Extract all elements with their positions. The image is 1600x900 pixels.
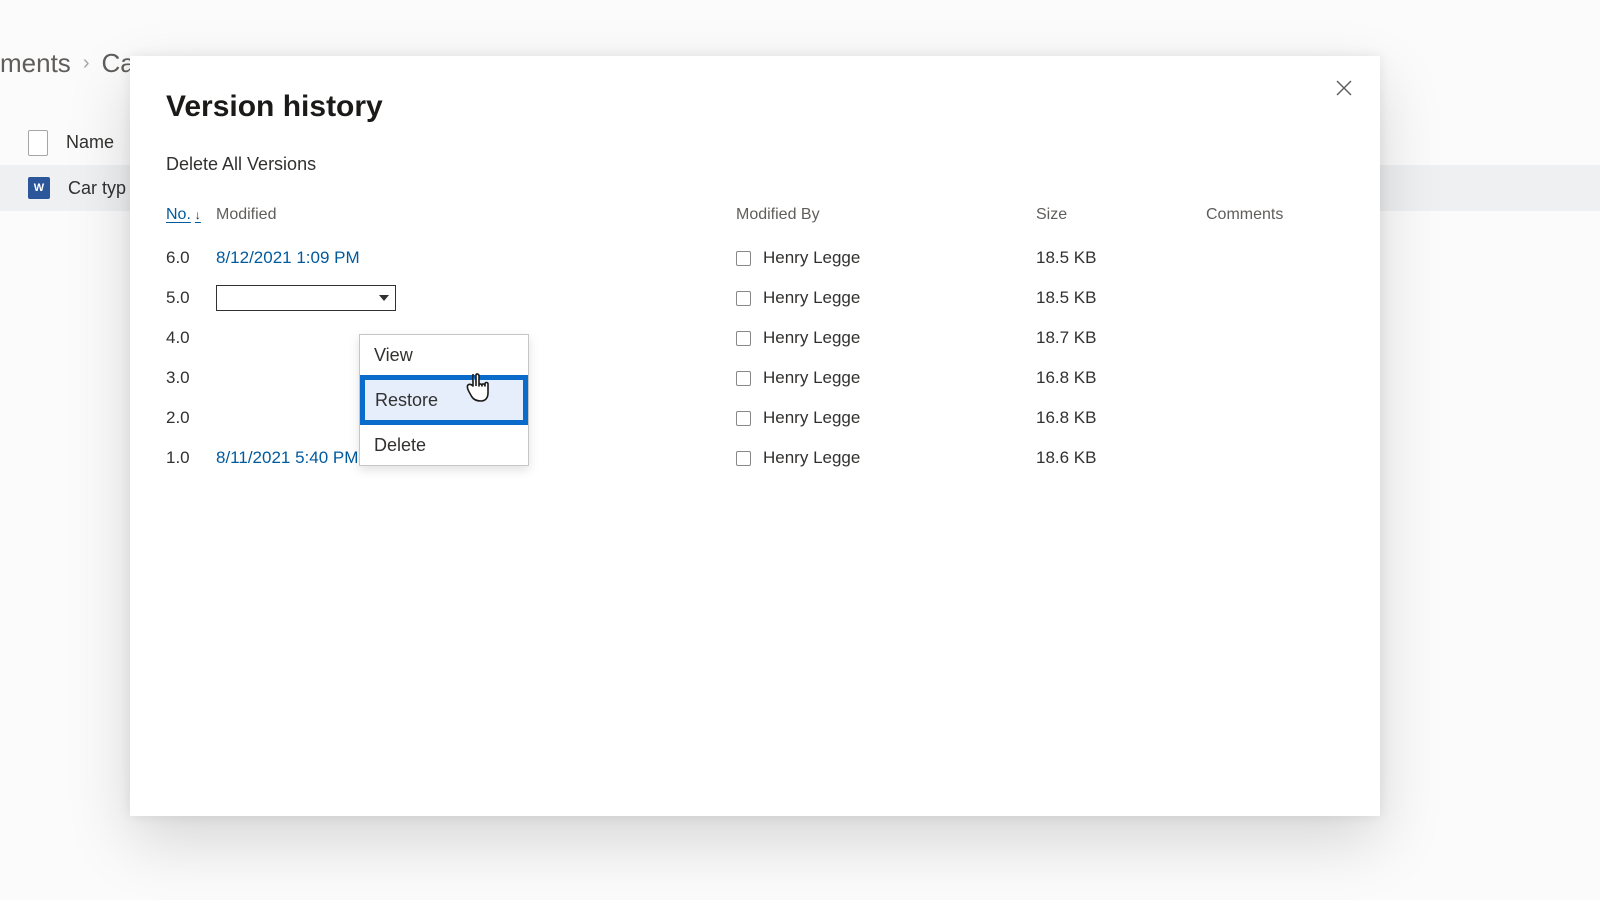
user-name[interactable]: Henry Legge <box>763 288 860 308</box>
close-button[interactable] <box>1330 74 1358 102</box>
version-number: 3.0 <box>166 368 216 388</box>
version-row: 4.0 Henry Legge 18.7 KB <box>166 318 1344 358</box>
column-header-modified[interactable]: Modified <box>216 206 736 224</box>
dialog-title: Version history <box>130 56 1380 124</box>
modified-dropdown-open[interactable] <box>216 285 736 311</box>
version-actions-dropdown[interactable] <box>216 285 396 311</box>
version-row: 5.0 Henry Legge 18.5 KB <box>166 278 1344 318</box>
chevron-right-icon: › <box>83 52 90 75</box>
column-header-no[interactable]: No. ↓ <box>166 206 216 224</box>
version-row: 2.0 Henry Legge 16.8 KB <box>166 398 1344 438</box>
modified-by-cell: Henry Legge <box>736 368 1036 388</box>
size-cell: 18.7 KB <box>1036 328 1206 348</box>
version-row: 1.0 8/11/2021 5:40 PM Henry Legge 18.6 K… <box>166 438 1344 478</box>
user-checkbox[interactable] <box>736 251 751 266</box>
size-cell: 18.6 KB <box>1036 448 1206 468</box>
version-number: 4.0 <box>166 328 216 348</box>
user-checkbox[interactable] <box>736 371 751 386</box>
breadcrumb-seg-1[interactable]: ments <box>0 48 71 79</box>
version-row: 6.0 8/12/2021 1:09 PM Henry Legge 18.5 K… <box>166 238 1344 278</box>
user-checkbox[interactable] <box>736 451 751 466</box>
table-header: No. ↓ Modified Modified By Size Comments <box>166 206 1344 230</box>
user-checkbox[interactable] <box>736 411 751 426</box>
user-name[interactable]: Henry Legge <box>763 248 860 268</box>
column-header-modified-by[interactable]: Modified By <box>736 206 1036 224</box>
version-table: No. ↓ Modified Modified By Size Comments… <box>166 206 1344 478</box>
modified-by-cell: Henry Legge <box>736 248 1036 268</box>
user-name[interactable]: Henry Legge <box>763 328 860 348</box>
user-name[interactable]: Henry Legge <box>763 448 860 468</box>
size-cell: 16.8 KB <box>1036 408 1206 428</box>
doclib-header: Name <box>0 120 114 165</box>
modified-link[interactable]: 8/12/2021 1:09 PM <box>216 248 736 268</box>
modified-by-cell: Henry Legge <box>736 408 1036 428</box>
menu-item-restore[interactable]: Restore <box>360 375 528 425</box>
user-checkbox[interactable] <box>736 291 751 306</box>
column-header-comments[interactable]: Comments <box>1206 206 1344 224</box>
version-number: 6.0 <box>166 248 216 268</box>
size-cell: 18.5 KB <box>1036 288 1206 308</box>
user-checkbox[interactable] <box>736 331 751 346</box>
version-history-dialog: Version history Delete All Versions No. … <box>130 56 1380 816</box>
version-row: 3.0 Henry Legge 16.8 KB <box>166 358 1344 398</box>
menu-item-delete[interactable]: Delete <box>360 425 528 465</box>
modified-by-cell: Henry Legge <box>736 448 1036 468</box>
size-cell: 18.5 KB <box>1036 248 1206 268</box>
modified-by-cell: Henry Legge <box>736 288 1036 308</box>
column-header-name[interactable]: Name <box>66 132 114 153</box>
file-icon <box>28 130 48 156</box>
file-name[interactable]: Car typ <box>68 178 126 199</box>
sort-desc-icon: ↓ <box>195 208 201 222</box>
version-number: 2.0 <box>166 408 216 428</box>
caret-down-icon <box>379 295 389 301</box>
column-header-no-label: No. <box>166 206 191 224</box>
modified-by-cell: Henry Legge <box>736 328 1036 348</box>
size-cell: 16.8 KB <box>1036 368 1206 388</box>
table-body: 6.0 8/12/2021 1:09 PM Henry Legge 18.5 K… <box>166 230 1344 478</box>
column-header-size[interactable]: Size <box>1036 206 1206 224</box>
delete-all-versions-link[interactable]: Delete All Versions <box>130 124 1380 175</box>
word-doc-icon: W <box>28 177 50 199</box>
user-name[interactable]: Henry Legge <box>763 368 860 388</box>
version-number: 1.0 <box>166 448 216 468</box>
version-context-menu: View Restore Delete <box>359 334 529 466</box>
user-name[interactable]: Henry Legge <box>763 408 860 428</box>
close-icon <box>1335 79 1353 97</box>
breadcrumb[interactable]: ments › Ca <box>0 48 135 79</box>
version-number: 5.0 <box>166 288 216 308</box>
menu-item-view[interactable]: View <box>360 335 528 375</box>
